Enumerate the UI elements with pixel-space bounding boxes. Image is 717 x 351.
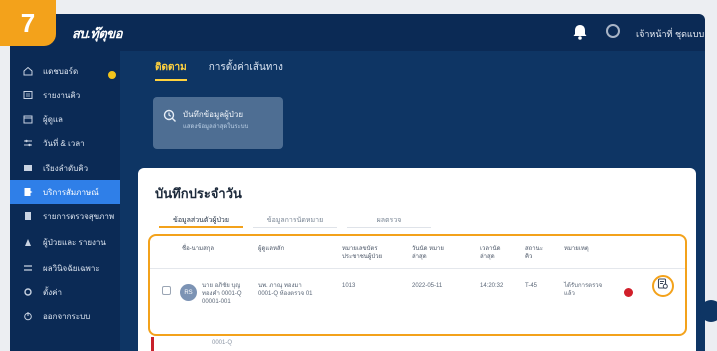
tab-tracking[interactable]: ติดตาม bbox=[155, 51, 187, 81]
sidebar-item-10[interactable]: ตั้งค่า bbox=[10, 280, 120, 304]
document-search-icon bbox=[657, 277, 669, 295]
cell-time: 14:20:32 bbox=[480, 283, 504, 289]
sidebar-item-label: ตั้งค่า bbox=[43, 287, 62, 297]
panel-title: บันทึกประจำวัน bbox=[155, 186, 242, 201]
column-header-note[interactable]: หมายเหตุ bbox=[564, 245, 604, 253]
sidebar-item-label: รายงานคิว bbox=[43, 90, 81, 100]
column-header-queue[interactable]: สถานะ คิว bbox=[525, 245, 547, 261]
sidebar-item-label: รายการตรวจสุขภาพ bbox=[43, 211, 115, 221]
next-row-cell: 0001-Q bbox=[212, 340, 233, 346]
sub-tabs: ข้อมูลส่วนตัวผู้ป่วย ข้อมูลการนัดหมาย ผล… bbox=[159, 210, 431, 228]
info-card-title: บันทึกข้อมูลผู้ป่วย bbox=[183, 110, 244, 119]
settings-icon bbox=[23, 263, 33, 273]
avatar: RS bbox=[180, 284, 197, 301]
sidebar-item-label: บริการสัมภาษณ์ bbox=[43, 187, 99, 197]
app-frame: 7 สบ.ทุ๊ตุขอ เจ้าหน้าที่ ชุดแบบ แดชบอร์ด… bbox=[0, 0, 717, 351]
notification-dot bbox=[106, 69, 118, 81]
cell-note: ได้รับการตรวจแล้ว bbox=[564, 283, 603, 297]
sidebar-item-2[interactable]: รายงานคิว bbox=[10, 83, 120, 107]
sidebar-item-5[interactable]: เรียงลำดับคิว bbox=[10, 156, 120, 180]
list-icon bbox=[23, 90, 33, 100]
column-header-patient-id[interactable]: หมายเลขบัตรประชาชนผู้ป่วย bbox=[342, 245, 400, 261]
avatar[interactable] bbox=[606, 24, 620, 38]
sidebar-item-1[interactable]: แดชบอร์ด bbox=[10, 59, 120, 83]
home-icon bbox=[23, 66, 33, 76]
main-tabs: ติดตาม การตั้งค่าเส้นทาง bbox=[155, 51, 283, 81]
cell-date: 2022-05-11 bbox=[412, 283, 443, 289]
column-header-time[interactable]: เวลานัด ล่าสุด bbox=[480, 245, 510, 261]
bell-icon[interactable] bbox=[570, 22, 590, 42]
user-icon bbox=[23, 187, 33, 197]
sidebar-item-label: ออกจากระบบ bbox=[43, 311, 91, 321]
sidebar: แดชบอร์ดรายงานคิวผู้ดูแลวันที่ & เวลาเรี… bbox=[10, 51, 120, 351]
cell-caregiver: นพ. ภาณุ ทองมา 0001-Q ห้องตรวจ 01 bbox=[258, 283, 313, 297]
top-bar: สบ.ทุ๊ตุขอ เจ้าหน้าที่ ชุดแบบ bbox=[10, 14, 705, 51]
power-icon bbox=[23, 311, 33, 321]
sidebar-item-label: เรียงลำดับคิว bbox=[43, 163, 89, 173]
row-checkbox[interactable] bbox=[162, 286, 171, 295]
calendar-icon bbox=[23, 114, 33, 124]
info-card[interactable]: บันทึกข้อมูลผู้ป่วย แสดงข้อมูลล่าสุดในระ… bbox=[153, 97, 283, 149]
gear-icon bbox=[23, 287, 33, 297]
cell-name: นาย อภิชัย บุญ ทองคำ 0001-Q 00001-001 bbox=[202, 283, 242, 305]
sidebar-item-6[interactable]: บริการสัมภาษณ์ bbox=[10, 180, 120, 204]
user-name[interactable]: เจ้าหน้าที่ ชุดแบบ bbox=[636, 27, 704, 41]
sidebar-item-3[interactable]: ผู้ดูแล bbox=[10, 107, 120, 131]
sliders-icon bbox=[23, 138, 33, 148]
table-header: ชื่อ-นามสกุล ผู้ดูแลหลัก หมายเลขบัตรประช… bbox=[150, 236, 685, 269]
sidebar-item-8[interactable]: ผู้ป่วยและ รายงาน bbox=[10, 230, 120, 254]
scroll-button[interactable] bbox=[700, 300, 717, 322]
sidebar-item-9[interactable]: ผลวินิจฉัยเฉพาะ bbox=[10, 256, 120, 280]
cell-queue: T-45 bbox=[525, 283, 538, 289]
record-icon bbox=[163, 109, 177, 123]
book-icon bbox=[23, 163, 33, 173]
patient-table: ชื่อ-นามสกุล ผู้ดูแลหลัก หมายเลขบัตรประช… bbox=[148, 234, 687, 336]
cell-patient-id: 1013 bbox=[342, 283, 356, 289]
info-card-subtitle: แสดงข้อมูลล่าสุดในระบบ bbox=[183, 124, 249, 130]
subtab-patient-info[interactable]: ข้อมูลส่วนตัวผู้ป่วย bbox=[159, 210, 243, 228]
chart-icon bbox=[23, 237, 33, 247]
sidebar-item-label: ผู้ป่วยและ รายงาน bbox=[43, 237, 106, 247]
brand-logo: สบ.ทุ๊ตุขอ bbox=[72, 26, 123, 41]
column-header-name[interactable]: ชื่อ-นามสกุล bbox=[182, 245, 242, 253]
table-row[interactable]: RS นาย อภิชัย บุญ ทองคำ 0001-Q 00001-001… bbox=[150, 270, 685, 334]
status-dot bbox=[624, 288, 633, 297]
column-header-caregiver[interactable]: ผู้ดูแลหลัก bbox=[258, 245, 318, 253]
sidebar-item-label: แดชบอร์ด bbox=[43, 66, 79, 76]
column-header-date[interactable]: วันนัด หมายล่าสุด bbox=[412, 245, 448, 261]
sidebar-item-label: วันที่ & เวลา bbox=[43, 138, 85, 148]
sidebar-item-4[interactable]: วันที่ & เวลา bbox=[10, 131, 120, 155]
sidebar-item-7[interactable]: รายการตรวจสุขภาพ bbox=[10, 204, 120, 228]
sidebar-item-label: ผลวินิจฉัยเฉพาะ bbox=[43, 263, 100, 273]
sidebar-item-11[interactable]: ออกจากระบบ bbox=[10, 304, 120, 328]
row-marker bbox=[151, 337, 154, 351]
document-icon bbox=[23, 211, 33, 221]
subtab-results[interactable]: ผลตรวจ bbox=[347, 210, 431, 228]
subtab-appointments[interactable]: ข้อมูลการนัดหมาย bbox=[253, 210, 337, 228]
step-badge: 7 bbox=[0, 0, 56, 46]
view-record-button[interactable] bbox=[652, 275, 674, 297]
sidebar-item-label: ผู้ดูแล bbox=[43, 114, 63, 124]
tab-route-settings[interactable]: การตั้งค่าเส้นทาง bbox=[209, 51, 283, 81]
